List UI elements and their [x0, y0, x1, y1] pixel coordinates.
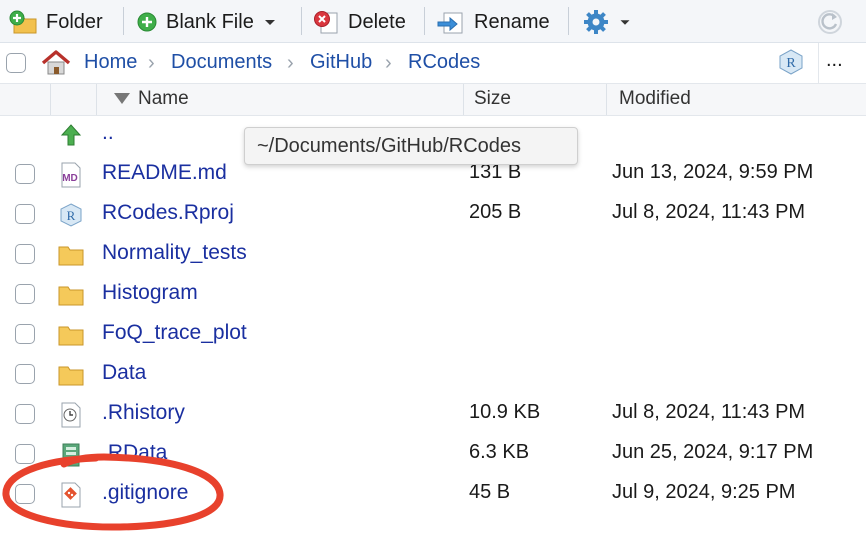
sort-ascending-icon: [114, 93, 130, 104]
size-column-header[interactable]: Size: [474, 88, 511, 110]
parent-directory-up-icon: [60, 124, 82, 146]
toolbar-divider: [568, 7, 569, 35]
delete-button[interactable]: Delete: [312, 4, 406, 40]
file-name-link[interactable]: RCodes.Rproj: [102, 201, 234, 225]
row-checkbox[interactable]: [15, 204, 35, 224]
svg-text:R: R: [67, 208, 76, 223]
rproj-file-icon: R: [60, 203, 82, 227]
table-row[interactable]: .gitignore 45 B Jul 9, 2024, 9:25 PM: [0, 474, 866, 514]
table-row[interactable]: .RData 6.3 KB Jun 25, 2024, 9:17 PM: [0, 434, 866, 474]
file-modified: Jul 9, 2024, 9:25 PM: [612, 481, 796, 503]
name-column-header[interactable]: Name: [138, 88, 189, 110]
column-divider: [463, 84, 464, 115]
file-modified: Jun 25, 2024, 9:17 PM: [612, 441, 814, 463]
new-folder-icon: [9, 10, 37, 34]
breadcrumb-github[interactable]: GitHub: [310, 51, 372, 74]
row-checkbox[interactable]: [15, 324, 35, 344]
file-modified: Jun 13, 2024, 9:59 PM: [612, 161, 814, 183]
breadcrumb-separator: ›: [287, 52, 294, 74]
folder-name-link[interactable]: Histogram: [102, 281, 198, 305]
new-folder-button[interactable]: Folder: [8, 4, 103, 40]
new-folder-label: Folder: [46, 10, 103, 33]
path-tooltip: ~/Documents/GitHub/RCodes: [244, 127, 578, 165]
toolbar-divider: [123, 7, 124, 35]
row-checkbox[interactable]: [15, 284, 35, 304]
rename-button[interactable]: Rename: [436, 4, 550, 40]
file-size: 205 B: [469, 201, 522, 223]
project-r-icon[interactable]: R: [777, 48, 805, 76]
table-row[interactable]: Histogram: [0, 274, 866, 314]
svg-text:R: R: [786, 56, 796, 71]
folder-icon: [58, 246, 84, 266]
row-checkbox[interactable]: [15, 484, 35, 504]
modified-column-header[interactable]: Modified: [619, 88, 691, 110]
gear-icon: [584, 10, 608, 34]
file-name-link[interactable]: .RData: [102, 441, 167, 465]
folder-name-link[interactable]: FoQ_trace_plot: [102, 321, 247, 345]
breadcrumb-home[interactable]: Home: [84, 51, 137, 74]
breadcrumb-divider: [818, 43, 819, 83]
folder-icon: [58, 366, 84, 386]
select-all-checkbox[interactable]: [6, 53, 26, 73]
column-divider: [50, 84, 51, 115]
more-options-button[interactable]: [582, 4, 634, 40]
table-row[interactable]: R RCodes.Rproj 205 B Jul 8, 2024, 11:43 …: [0, 194, 866, 234]
rdata-file-icon: [62, 443, 80, 467]
breadcrumb-separator: ›: [148, 52, 155, 74]
column-divider: [606, 84, 607, 115]
column-divider: [96, 84, 97, 115]
file-modified: Jul 8, 2024, 11:43 PM: [612, 201, 806, 223]
refresh-icon: [818, 10, 842, 34]
row-checkbox[interactable]: [15, 444, 35, 464]
table-row[interactable]: Data: [0, 354, 866, 394]
delete-label: Delete: [348, 10, 406, 33]
folder-icon: [58, 326, 84, 346]
files-toolbar: Folder Blank File Delete Rename: [0, 0, 866, 43]
table-row[interactable]: Normality_tests: [0, 234, 866, 274]
breadcrumb: Home › Documents › GitHub › RCodes R ...: [0, 43, 866, 84]
table-row[interactable]: FoQ_trace_plot: [0, 314, 866, 354]
folder-name-link[interactable]: Data: [102, 361, 146, 385]
row-checkbox[interactable]: [15, 244, 35, 264]
refresh-button[interactable]: [816, 4, 844, 40]
svg-text:MD: MD: [62, 173, 78, 184]
file-size: 45 B: [469, 481, 511, 503]
blank-file-label: Blank File: [166, 10, 254, 33]
more-breadcrumb-button[interactable]: ...: [826, 49, 843, 72]
markdown-file-icon: MD: [61, 162, 81, 188]
delete-icon: [314, 11, 338, 34]
file-name-link[interactable]: README.md: [102, 161, 227, 185]
folder-name-link[interactable]: Normality_tests: [102, 241, 247, 265]
parent-directory-link[interactable]: ..: [102, 121, 114, 145]
file-modified: Jul 8, 2024, 11:43 PM: [612, 401, 806, 423]
table-row[interactable]: .Rhistory 10.9 KB Jul 8, 2024, 11:43 PM: [0, 394, 866, 434]
breadcrumb-separator: ›: [385, 52, 392, 74]
home-icon[interactable]: [40, 49, 72, 77]
row-checkbox[interactable]: [15, 404, 35, 424]
column-header: Name Size Modified: [0, 84, 866, 116]
row-checkbox[interactable]: [15, 364, 35, 384]
gitignore-file-icon: [61, 482, 81, 508]
rename-icon: [437, 12, 463, 34]
rename-label: Rename: [474, 10, 550, 33]
file-size: 6.3 KB: [469, 441, 530, 463]
blank-file-button[interactable]: Blank File: [136, 4, 280, 40]
folder-icon: [58, 286, 84, 306]
dropdown-caret-icon: [620, 20, 630, 25]
file-size: 10.9 KB: [469, 401, 541, 423]
breadcrumb-rcodes[interactable]: RCodes: [408, 51, 480, 74]
file-name-link[interactable]: .Rhistory: [102, 401, 185, 425]
breadcrumb-documents[interactable]: Documents: [171, 51, 272, 74]
row-checkbox[interactable]: [15, 164, 35, 184]
new-file-icon: [137, 12, 157, 32]
toolbar-divider: [424, 7, 425, 35]
toolbar-divider: [301, 7, 302, 35]
dropdown-caret-icon: [264, 20, 275, 25]
file-name-link[interactable]: .gitignore: [102, 481, 188, 505]
history-file-icon: [61, 402, 81, 428]
